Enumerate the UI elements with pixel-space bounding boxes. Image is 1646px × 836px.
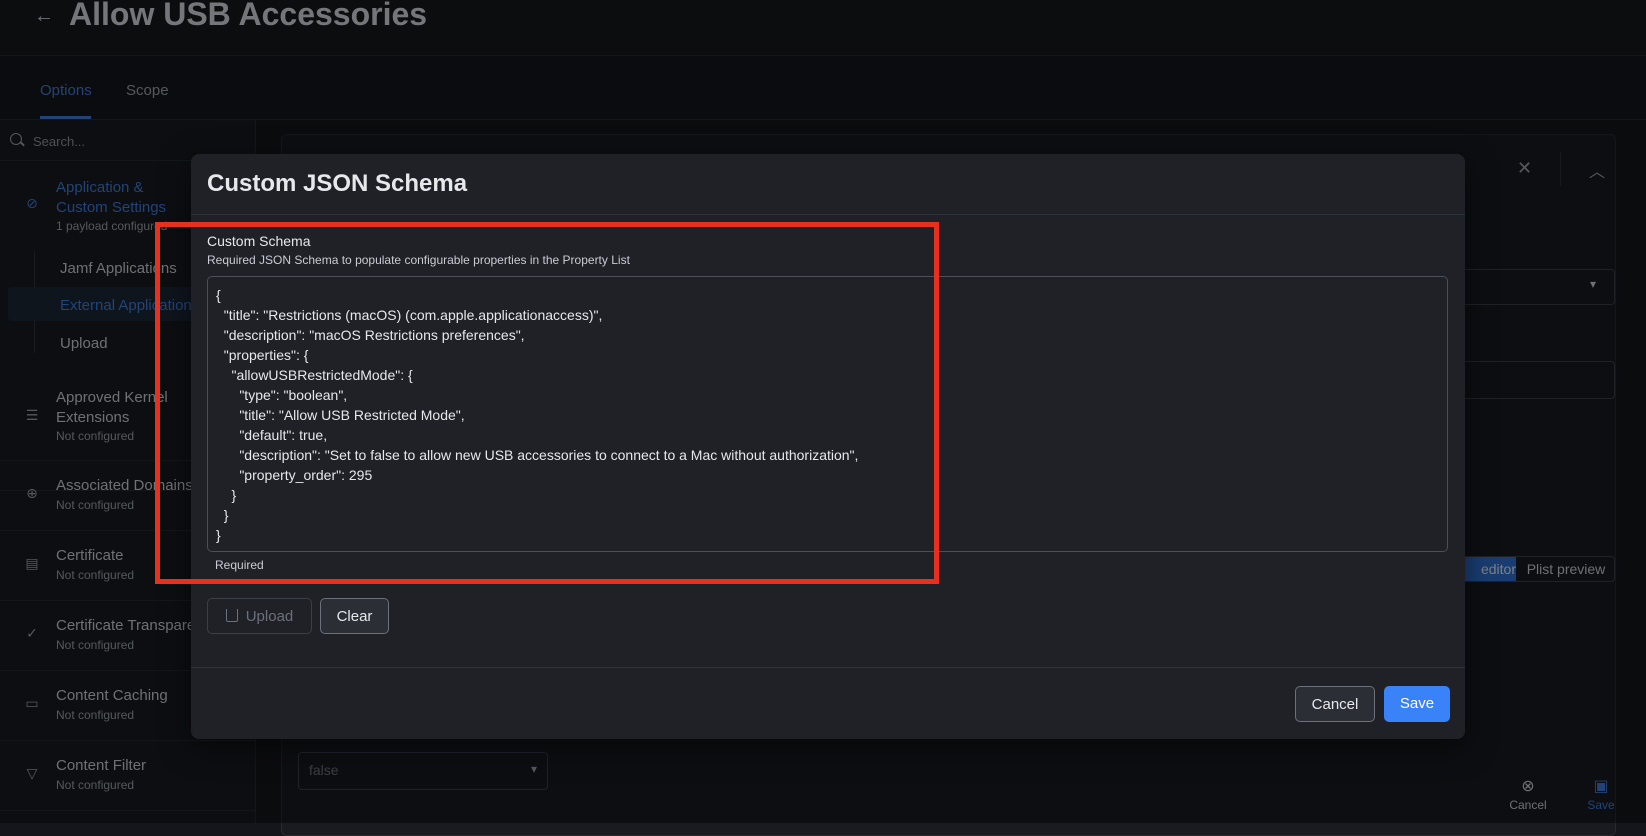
save-button[interactable]: Save: [1384, 686, 1450, 722]
dialog-title: Custom JSON Schema: [207, 170, 468, 197]
divider: [191, 214, 1465, 215]
annotation-highlight-box: [155, 222, 939, 584]
cancel-button[interactable]: Cancel: [1295, 686, 1375, 722]
upload-icon: [225, 609, 238, 622]
divider: [191, 667, 1465, 668]
upload-label: Upload: [245, 608, 294, 625]
upload-button[interactable]: Upload: [207, 598, 312, 634]
clear-button[interactable]: Clear: [320, 598, 389, 634]
